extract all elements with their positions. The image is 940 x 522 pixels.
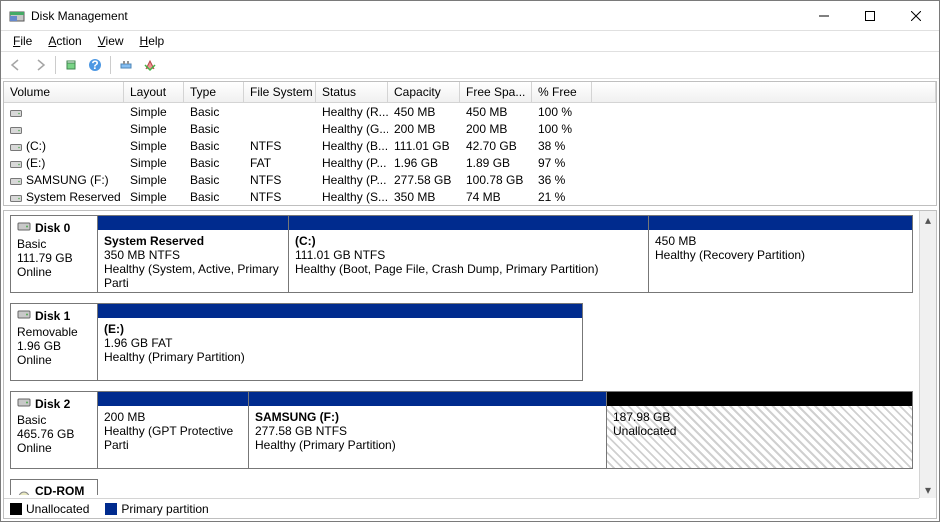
minimize-button[interactable] <box>801 1 847 31</box>
titlebar: Disk Management <box>1 1 939 31</box>
partition[interactable]: 450 MBHealthy (Recovery Partition) <box>648 216 912 292</box>
svg-text:?: ? <box>91 58 98 72</box>
help-button[interactable]: ? <box>84 54 106 76</box>
drive-icon <box>10 175 22 185</box>
legend-unallocated: Unallocated <box>10 502 89 516</box>
disk-icon <box>17 396 31 411</box>
col-filesystem[interactable]: File System <box>244 82 316 102</box>
volume-row[interactable]: SimpleBasicHealthy (G...200 MB200 MB100 … <box>4 120 936 137</box>
disk-graphic-pane: Disk 0 Basic 111.79 GB Online System Res… <box>3 210 937 519</box>
back-button[interactable] <box>5 54 27 76</box>
volume-list: Volume Layout Type File System Status Ca… <box>3 81 937 206</box>
refresh-button[interactable] <box>60 54 82 76</box>
drive-icon <box>10 141 22 151</box>
window-title: Disk Management <box>31 9 801 23</box>
col-pfree[interactable]: % Free <box>532 82 592 102</box>
legend: Unallocated Primary partition <box>4 498 919 518</box>
volume-row[interactable]: (E:)SimpleBasicFATHealthy (P...1.96 GB1.… <box>4 154 936 171</box>
scroll-up-button[interactable]: ▴ <box>921 211 936 228</box>
disk-row[interactable]: Disk 0 Basic 111.79 GB Online System Res… <box>10 215 913 293</box>
partition[interactable]: 200 MBHealthy (GPT Protective Parti <box>98 392 248 468</box>
partition[interactable]: (E:)1.96 GB FATHealthy (Primary Partitio… <box>98 304 582 380</box>
col-layout[interactable]: Layout <box>124 82 184 102</box>
drive-icon <box>10 158 22 168</box>
app-icon <box>9 8 25 24</box>
drive-icon <box>10 107 22 117</box>
partition[interactable]: SAMSUNG (F:)277.58 GB NTFSHealthy (Prima… <box>248 392 606 468</box>
disk-icon <box>17 220 31 235</box>
disk-row[interactable]: CD-ROM 0 <box>10 479 913 495</box>
drive-icon <box>10 192 22 202</box>
settings-button[interactable] <box>115 54 137 76</box>
partition[interactable]: System Reserved350 MB NTFSHealthy (Syste… <box>98 216 288 292</box>
disk-label[interactable]: Disk 2 Basic 465.76 GB Online <box>10 391 98 469</box>
col-type[interactable]: Type <box>184 82 244 102</box>
close-button[interactable] <box>893 1 939 31</box>
col-status[interactable]: Status <box>316 82 388 102</box>
vertical-scrollbar[interactable]: ▴ ▾ <box>919 211 936 498</box>
menu-action[interactable]: Action <box>40 32 89 50</box>
menu-help[interactable]: Help <box>132 32 173 50</box>
col-capacity[interactable]: Capacity <box>388 82 460 102</box>
toolbar: ? <box>1 51 939 79</box>
disk-icon <box>17 308 31 323</box>
volume-row[interactable]: (C:)SimpleBasicNTFSHealthy (B...111.01 G… <box>4 137 936 154</box>
menu-view[interactable]: View <box>90 32 132 50</box>
disk-label[interactable]: CD-ROM 0 <box>10 479 98 495</box>
action-button[interactable] <box>139 54 161 76</box>
disk-row[interactable]: Disk 2 Basic 465.76 GB Online 200 MBHeal… <box>10 391 913 469</box>
col-volume[interactable]: Volume <box>4 82 124 102</box>
maximize-button[interactable] <box>847 1 893 31</box>
scroll-down-button[interactable]: ▾ <box>921 481 936 498</box>
legend-primary: Primary partition <box>105 502 208 516</box>
volume-row[interactable]: SAMSUNG (F:)SimpleBasicNTFSHealthy (P...… <box>4 171 936 188</box>
partition[interactable]: (C:)111.01 GB NTFSHealthy (Boot, Page Fi… <box>288 216 648 292</box>
disk-label[interactable]: Disk 0 Basic 111.79 GB Online <box>10 215 98 293</box>
menubar: File Action View Help <box>1 31 939 51</box>
volume-row[interactable]: SimpleBasicHealthy (R...450 MB450 MB100 … <box>4 103 936 120</box>
window: Disk Management File Action View Help ? … <box>0 0 940 522</box>
menu-file[interactable]: File <box>5 32 40 50</box>
volume-row[interactable]: System ReservedSimpleBasicNTFSHealthy (S… <box>4 188 936 205</box>
disk-row[interactable]: Disk 1 Removable 1.96 GB Online (E:)1.96… <box>10 303 913 381</box>
volume-list-header: Volume Layout Type File System Status Ca… <box>4 82 936 103</box>
drive-icon <box>10 124 22 134</box>
col-free[interactable]: Free Spa... <box>460 82 532 102</box>
forward-button[interactable] <box>29 54 51 76</box>
disk-label[interactable]: Disk 1 Removable 1.96 GB Online <box>10 303 98 381</box>
cdrom-icon <box>17 491 31 496</box>
partition-unallocated[interactable]: 187.98 GBUnallocated <box>606 392 912 468</box>
